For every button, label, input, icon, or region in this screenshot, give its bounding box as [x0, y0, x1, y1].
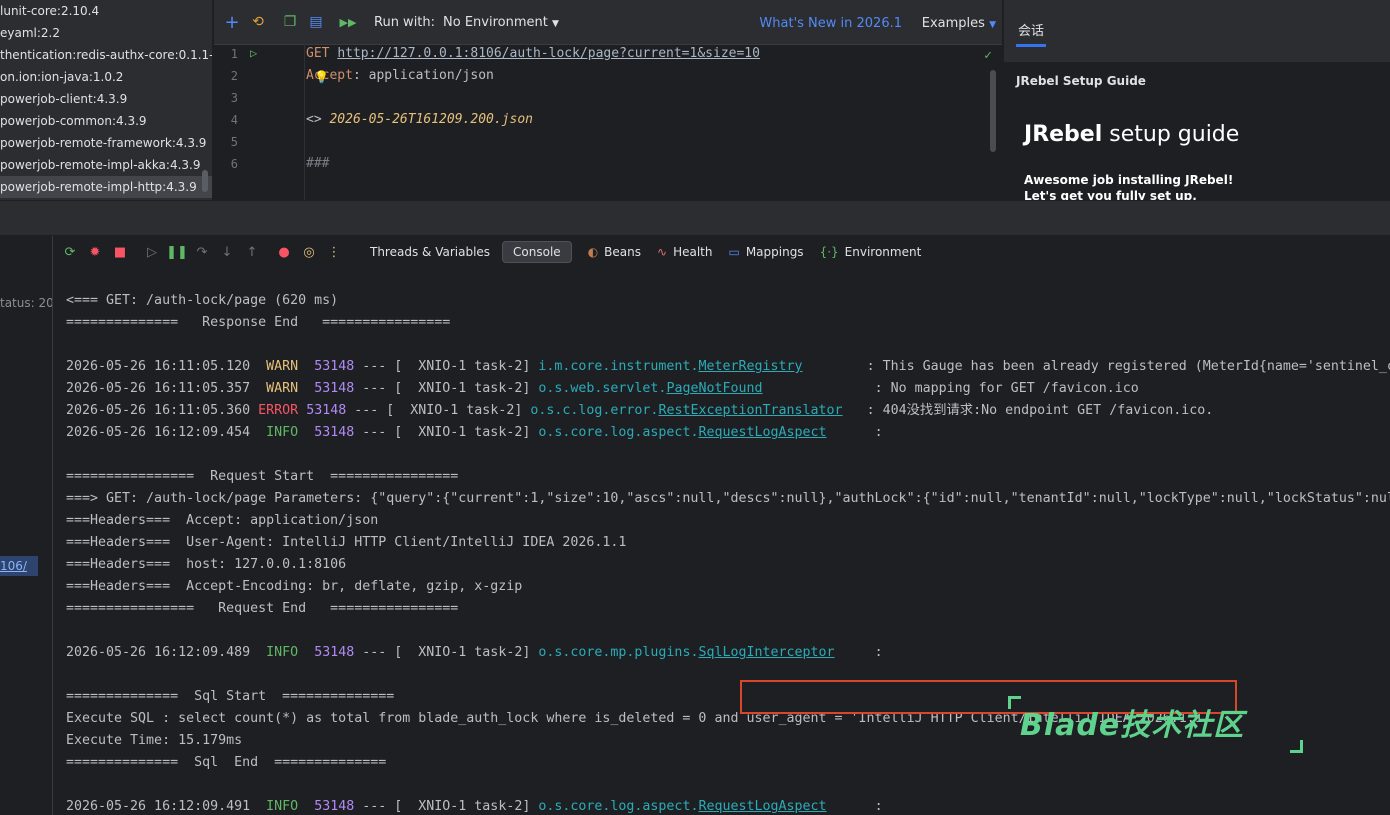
- separator-line: ###: [306, 156, 330, 171]
- project-tree[interactable]: lunit-core:2.10.4 eyaml:2.2 thentication…: [0, 0, 213, 200]
- mute-breakpoints-icon[interactable]: ◎: [301, 244, 317, 260]
- log-line: ============== Response End ============…: [66, 315, 451, 330]
- left-bottom-panel: tatus: 200 106/: [0, 236, 53, 815]
- line-number: 1: [230, 47, 238, 61]
- jrebel-content: JRebel Setup Guide JRebel setup guide Aw…: [1004, 62, 1390, 203]
- run-all-icon[interactable]: ▶▶: [340, 14, 357, 30]
- console-toolbar: ⟳ ✹ ■ ▷ ❚❚ ↷ ↓ ↑ ● ◎ ⋮ Threads & Variabl…: [53, 236, 1390, 268]
- response-ref-line[interactable]: <> 2026-05-26T161209.200.json: [306, 112, 533, 127]
- chevron-down-icon: ▼: [989, 20, 996, 30]
- tree-item[interactable]: powerjob-common:4.3.9: [0, 110, 212, 132]
- pause-icon[interactable]: ❚❚: [166, 244, 188, 260]
- guide-title: JRebel Setup Guide: [1016, 74, 1146, 88]
- header-line: Accept: application/json: [306, 68, 494, 83]
- log-entry: 2026-05-26 16:11:05.120 WARN 53148 --- […: [66, 359, 1390, 374]
- log-line: ===Headers=== Accept-Encoding: br, defla…: [66, 579, 523, 594]
- log-entry: 2026-05-26 16:11:05.360 ERROR 53148 --- …: [66, 403, 1214, 418]
- tab-console[interactable]: Console: [502, 241, 572, 263]
- line-number: 5: [230, 135, 238, 149]
- tree-item[interactable]: powerjob-remote-framework:4.3.9: [0, 132, 212, 154]
- log-line: ​: [66, 334, 1390, 356]
- tree-item[interactable]: powerjob-remote-impl-http:4.3.9: [0, 176, 212, 198]
- line-number: 2: [230, 69, 238, 83]
- add-icon[interactable]: +: [224, 12, 240, 33]
- log-entry: 2026-05-26 16:12:09.491 INFO 53148 --- […: [66, 799, 883, 814]
- log-entry: 2026-05-26 16:12:09.454 INFO 53148 --- […: [66, 425, 883, 440]
- tab-threads-variables[interactable]: Threads & Variables: [370, 245, 490, 259]
- log-line: ===Headers=== host: 127.0.0.1:8106: [66, 557, 347, 572]
- environment-icon: {·}: [819, 245, 839, 259]
- step-out-icon[interactable]: ↑: [244, 244, 260, 260]
- chevron-down-icon: ▼: [552, 18, 559, 29]
- tree-item[interactable]: eyaml:2.2: [0, 22, 212, 44]
- watermark-bracket-right: [1290, 740, 1303, 753]
- log-entry: 2026-05-26 16:12:09.489 INFO 53148 --- […: [66, 645, 883, 660]
- http-toolbar: + ⟲ ❐ ▤ ▶▶ Run with: No Environment ▼ Wh…: [214, 0, 1002, 45]
- log-line: ================ Request End ===========…: [66, 601, 459, 616]
- tab-mappings[interactable]: ▭ Mappings: [728, 245, 803, 259]
- tree-item[interactable]: powerjob-remote-impl-akka:4.3.9: [0, 154, 212, 176]
- check-icon: ✓: [984, 48, 992, 63]
- run-request-icon[interactable]: ▷: [250, 46, 257, 60]
- log-line: ============== Sql End ==============: [66, 755, 387, 770]
- environment-select[interactable]: No Environment ▼: [443, 15, 559, 30]
- bean-icon: ◐: [587, 245, 599, 259]
- copy-icon[interactable]: ❐: [282, 14, 298, 30]
- code-area[interactable]: 1 2 3 4 5 6 ▷ GET http://127.0.0.1:8106/…: [214, 44, 1002, 200]
- mappings-icon: ▭: [728, 245, 740, 259]
- request-url[interactable]: http://127.0.0.1:8106/auth-lock/page?cur…: [337, 46, 760, 61]
- watermark: Blade技术社区: [1020, 708, 1245, 743]
- log-line: ===> GET: /auth-lock/page Parameters: {"…: [66, 491, 1390, 506]
- http-editor: + ⟲ ❐ ▤ ▶▶ Run with: No Environment ▼ Wh…: [214, 0, 1002, 200]
- url-link[interactable]: 106/: [0, 556, 38, 576]
- tree-item[interactable]: thentication:redis-authx-core:0.1.1-b: [0, 44, 212, 66]
- log-line: ================ Request Start =========…: [66, 469, 459, 484]
- tab-session[interactable]: 会话: [1018, 20, 1044, 39]
- step-over-icon[interactable]: ↷: [194, 244, 210, 260]
- log-entry: 2026-05-26 16:11:05.357 WARN 53148 --- […: [66, 381, 1139, 396]
- run-with-label: Run with:: [374, 14, 436, 30]
- request-line: GET http://127.0.0.1:8106/auth-lock/page…: [306, 46, 760, 61]
- line-number: 4: [230, 113, 238, 127]
- tree-item[interactable]: lunit-core:2.10.4: [0, 0, 212, 22]
- tab-beans[interactable]: ◐ Beans: [588, 245, 641, 259]
- tab-environment[interactable]: {·} Environment: [820, 245, 922, 259]
- status-text: tatus: 200: [0, 296, 53, 310]
- jrebel-logo: JRebel setup guide: [1024, 122, 1240, 147]
- tree-scrollbar[interactable]: [202, 170, 208, 192]
- debug-icon[interactable]: ✹: [87, 244, 103, 260]
- bulb-icon[interactable]: 💡: [314, 70, 329, 84]
- tab-health[interactable]: ∿ Health: [657, 245, 712, 259]
- file-icon[interactable]: ▤: [308, 14, 324, 30]
- log-line: <=== GET: /auth-lock/page (620 ms): [66, 293, 339, 308]
- log-line: ===Headers=== Accept: application/json: [66, 513, 379, 528]
- log-line: ===Headers=== User-Agent: IntelliJ HTTP …: [66, 535, 627, 550]
- step-into-icon[interactable]: ↓: [219, 244, 235, 260]
- line-number: 3: [230, 91, 238, 105]
- divider-stripe: [0, 200, 1390, 235]
- resume-icon[interactable]: ▷: [144, 244, 160, 260]
- breakpoints-icon[interactable]: ●: [276, 244, 292, 260]
- rerun-icon[interactable]: ⟳: [62, 244, 78, 260]
- stop-icon[interactable]: ■: [112, 244, 128, 260]
- more-icon[interactable]: ⋮: [326, 244, 342, 260]
- health-icon: ∿: [657, 245, 668, 259]
- editor-scrollbar[interactable]: [990, 70, 996, 152]
- line-number: 6: [230, 157, 238, 171]
- tree-item[interactable]: powerjob-client:4.3.9: [0, 88, 212, 110]
- history-icon[interactable]: ⟲: [250, 14, 266, 30]
- examples-dropdown[interactable]: Examples ▼: [922, 16, 996, 31]
- whats-new-link[interactable]: What's New in 2026.1: [759, 16, 902, 31]
- jrebel-panel: 会话 JRebel Setup Guide JRebel setup guide…: [1004, 0, 1390, 203]
- tree-item[interactable]: on.ion:ion-java:1.0.2: [0, 66, 212, 88]
